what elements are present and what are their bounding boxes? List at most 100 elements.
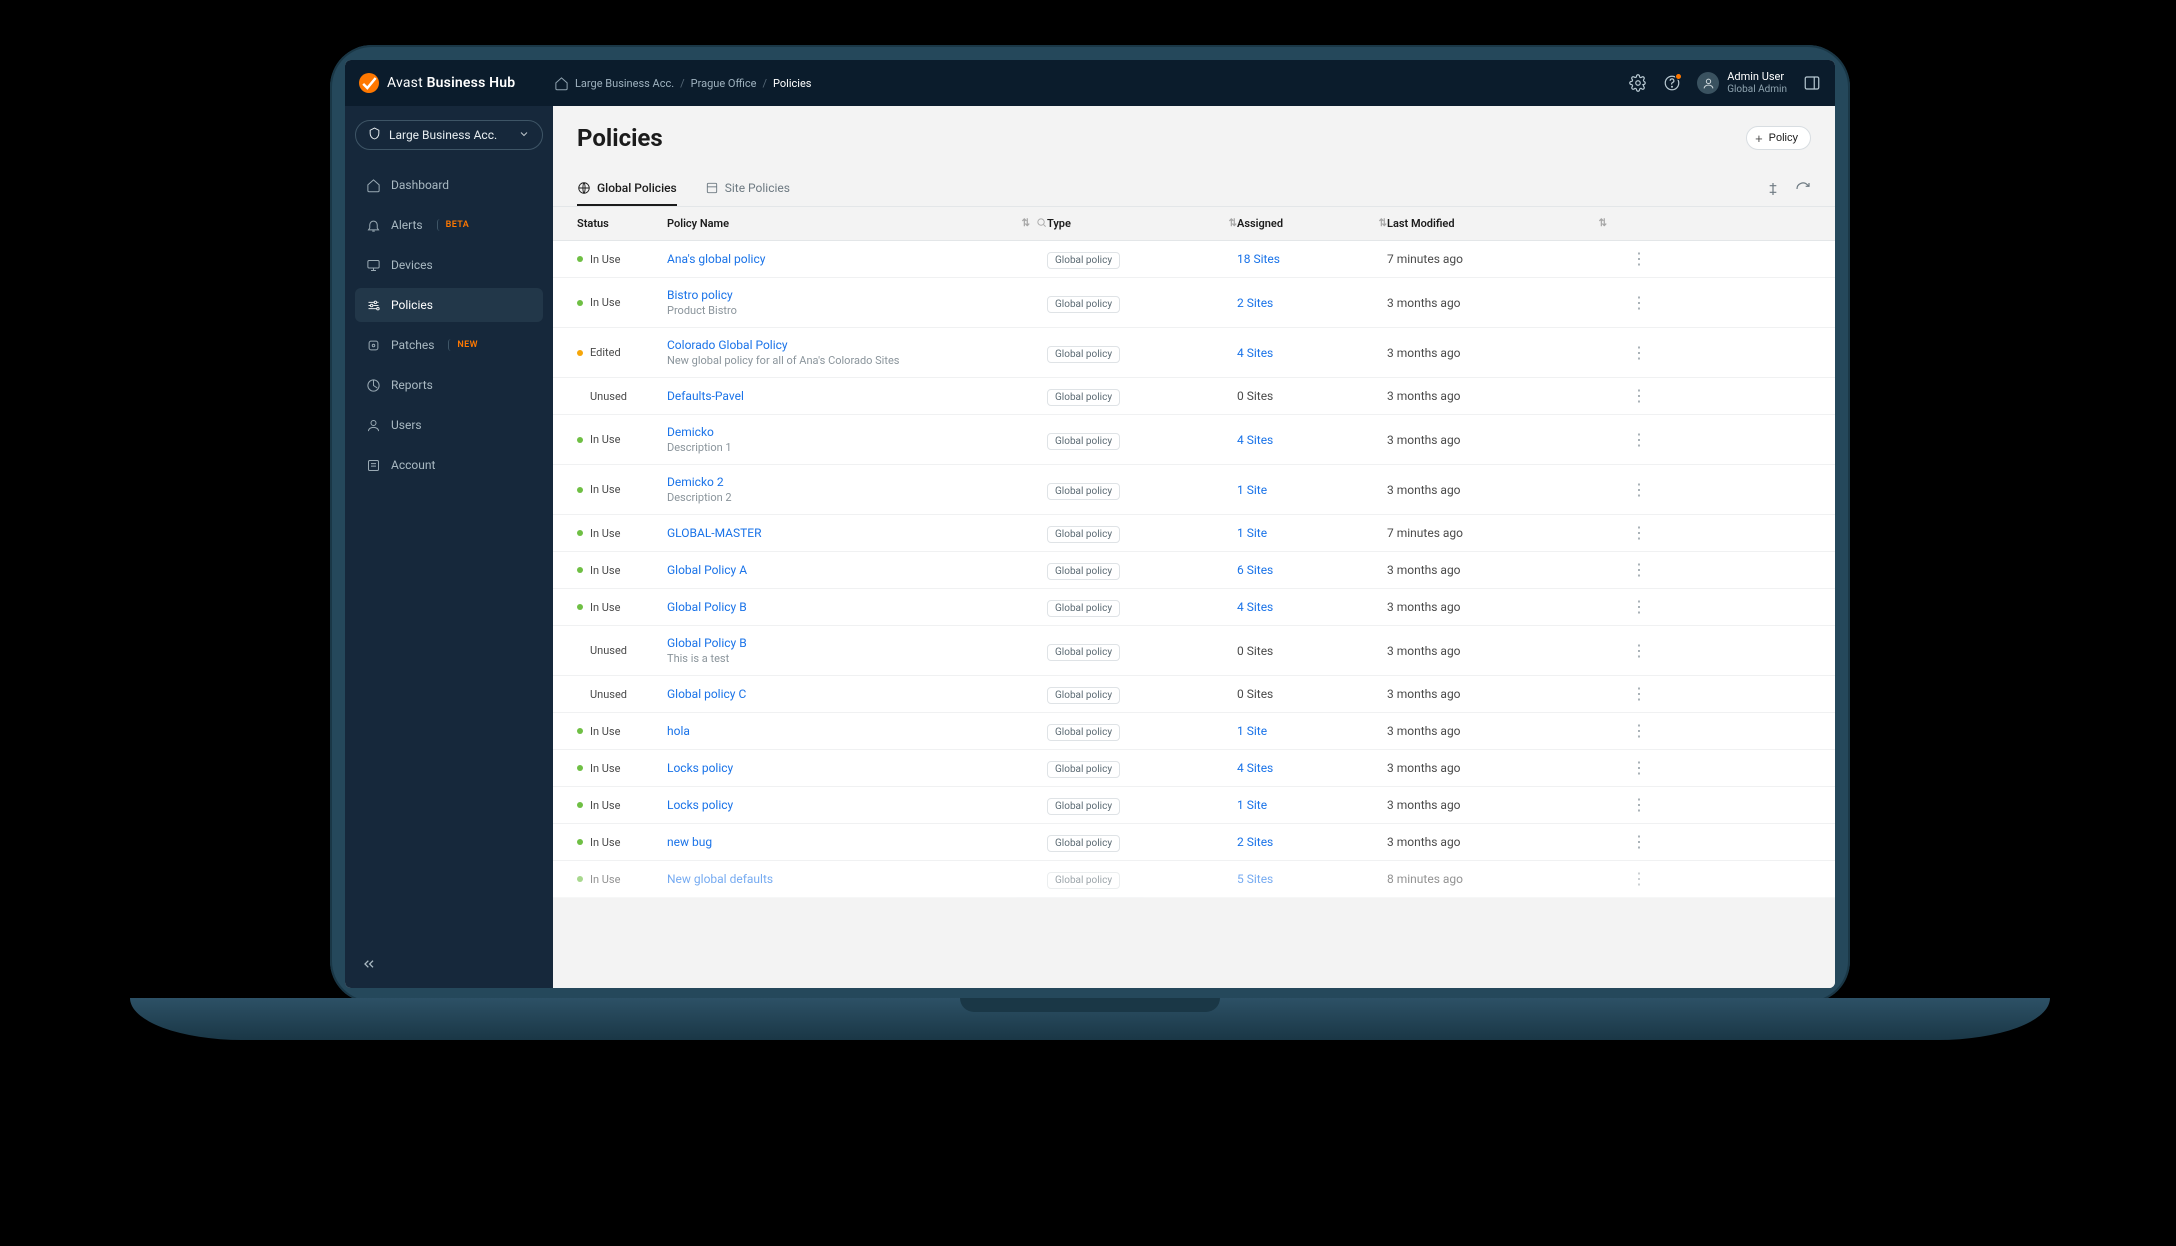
- assigned-link[interactable]: 1 Site: [1237, 724, 1267, 738]
- new-policy-button[interactable]: + Policy: [1746, 126, 1811, 150]
- cell-assigned: 2 Sites: [1237, 835, 1387, 849]
- table-row: In UseDemickoDescription 1Global policy4…: [553, 415, 1835, 465]
- cell-assigned: 1 Site: [1237, 526, 1387, 540]
- sidebar-item-alerts[interactable]: AlertsBETA: [355, 208, 543, 242]
- policy-desc: This is a test: [667, 652, 1047, 665]
- assigned-link[interactable]: 4 Sites: [1237, 761, 1273, 775]
- table-row: UnusedGlobal policy CGlobal policy0 Site…: [553, 676, 1835, 713]
- assigned-link[interactable]: 1 Site: [1237, 798, 1267, 812]
- row-menu-button[interactable]: ⋮: [1607, 345, 1647, 361]
- sort-icon[interactable]: ⇅: [1379, 218, 1387, 229]
- account-picker-label: Large Business Acc.: [389, 128, 497, 142]
- tab-global-policies[interactable]: Global Policies: [577, 172, 677, 206]
- cell-modified: 3 months ago: [1387, 687, 1607, 701]
- col-type[interactable]: Type ⇅: [1047, 217, 1237, 230]
- assigned-link[interactable]: 2 Sites: [1237, 835, 1273, 849]
- sidebar-item-users[interactable]: Users: [355, 408, 543, 442]
- refresh-icon[interactable]: [1795, 181, 1811, 197]
- row-menu-button[interactable]: ⋮: [1607, 686, 1647, 702]
- cell-name: Global policy C: [667, 687, 1047, 701]
- policy-link[interactable]: Bistro policy: [667, 288, 1047, 302]
- assigned-link[interactable]: 1 Site: [1237, 526, 1267, 540]
- cell-type: Global policy: [1047, 724, 1237, 738]
- status-dot-icon: [577, 256, 583, 262]
- row-menu-button[interactable]: ⋮: [1607, 432, 1647, 448]
- home-icon: [365, 177, 381, 193]
- policy-link[interactable]: Global Policy B: [667, 636, 1047, 650]
- assigned-link[interactable]: 4 Sites: [1237, 346, 1273, 360]
- sidebar-item-account[interactable]: Account: [355, 448, 543, 482]
- sidebar-item-devices[interactable]: Devices: [355, 248, 543, 282]
- row-menu-button[interactable]: ⋮: [1607, 760, 1647, 776]
- row-menu-button[interactable]: ⋮: [1607, 525, 1647, 541]
- cell-modified: 7 minutes ago: [1387, 526, 1607, 540]
- policy-desc: New global policy for all of Ana's Color…: [667, 354, 1047, 367]
- panel-toggle-icon[interactable]: [1803, 74, 1821, 92]
- assigned-link[interactable]: 5 Sites: [1237, 872, 1273, 886]
- policy-link[interactable]: Locks policy: [667, 761, 1047, 775]
- row-menu-button[interactable]: ⋮: [1607, 251, 1647, 267]
- policy-link[interactable]: GLOBAL-MASTER: [667, 526, 1047, 540]
- policy-link[interactable]: Ana's global policy: [667, 252, 1047, 266]
- type-chip: Global policy: [1047, 389, 1120, 406]
- policy-link[interactable]: Demicko: [667, 425, 1047, 439]
- row-menu-button[interactable]: ⋮: [1607, 482, 1647, 498]
- row-menu-button[interactable]: ⋮: [1607, 599, 1647, 615]
- col-status[interactable]: Status: [577, 217, 667, 230]
- row-menu-button[interactable]: ⋮: [1607, 295, 1647, 311]
- row-menu-button[interactable]: ⋮: [1607, 871, 1647, 887]
- policy-link[interactable]: new bug: [667, 835, 1047, 849]
- sidebar-item-reports[interactable]: Reports: [355, 368, 543, 402]
- help-icon[interactable]: [1663, 74, 1681, 92]
- cell-status: In Use: [577, 433, 667, 446]
- policy-link[interactable]: Defaults-Pavel: [667, 389, 1047, 403]
- type-chip: Global policy: [1047, 433, 1120, 450]
- breadcrumb-site[interactable]: Prague Office: [691, 77, 757, 90]
- account-picker[interactable]: Large Business Acc.: [355, 120, 543, 150]
- user-menu[interactable]: Admin User Global Admin: [1697, 71, 1787, 94]
- collapse-sidebar-button[interactable]: [357, 952, 381, 976]
- policy-link[interactable]: Locks policy: [667, 798, 1047, 812]
- sort-icon[interactable]: ⇅: [1599, 218, 1607, 229]
- content: Policies + Policy Global PoliciesSite Po…: [553, 106, 1835, 988]
- sidebar-item-policies[interactable]: Policies: [355, 288, 543, 322]
- policy-link[interactable]: Global Policy B: [667, 600, 1047, 614]
- assigned-link[interactable]: 18 Sites: [1237, 252, 1280, 266]
- assigned-link[interactable]: 4 Sites: [1237, 433, 1273, 447]
- row-menu-button[interactable]: ⋮: [1607, 723, 1647, 739]
- row-menu-button[interactable]: ⋮: [1607, 643, 1647, 659]
- sidebar-item-patches[interactable]: PatchesNEW: [355, 328, 543, 362]
- sort-icon[interactable]: ⇅: [1022, 218, 1030, 229]
- policy-link[interactable]: Demicko 2: [667, 475, 1047, 489]
- brand[interactable]: Avast Business Hub: [359, 73, 553, 93]
- col-name[interactable]: Policy Name ⇅: [667, 217, 1047, 231]
- column-settings-icon[interactable]: [1765, 181, 1781, 197]
- shield-icon: [368, 127, 381, 143]
- assigned-link[interactable]: 6 Sites: [1237, 563, 1273, 577]
- assigned-link[interactable]: 4 Sites: [1237, 600, 1273, 614]
- cell-status: In Use: [577, 762, 667, 775]
- sort-icon[interactable]: ⇅: [1229, 218, 1237, 229]
- policy-link[interactable]: Global policy C: [667, 687, 1047, 701]
- cell-type: Global policy: [1047, 835, 1237, 849]
- tab-site-policies[interactable]: Site Policies: [705, 172, 790, 206]
- account-icon: [365, 457, 381, 473]
- row-menu-button[interactable]: ⋮: [1607, 797, 1647, 813]
- row-menu-button[interactable]: ⋮: [1607, 388, 1647, 404]
- row-menu-button[interactable]: ⋮: [1607, 834, 1647, 850]
- policy-link[interactable]: New global defaults: [667, 872, 1047, 886]
- policy-link[interactable]: Colorado Global Policy: [667, 338, 1047, 352]
- search-icon[interactable]: [1036, 217, 1047, 231]
- policy-link[interactable]: hola: [667, 724, 1047, 738]
- breadcrumb-root[interactable]: Large Business Acc.: [575, 77, 674, 90]
- sidebar-item-dashboard[interactable]: Dashboard: [355, 168, 543, 202]
- col-assigned[interactable]: Assigned ⇅: [1237, 217, 1387, 230]
- settings-icon[interactable]: [1629, 74, 1647, 92]
- assigned-link[interactable]: 2 Sites: [1237, 296, 1273, 310]
- policy-link[interactable]: Global Policy A: [667, 563, 1047, 577]
- row-menu-button[interactable]: ⋮: [1607, 562, 1647, 578]
- cell-name: Global Policy B This is a test: [667, 636, 1047, 665]
- col-modified[interactable]: Last Modified ⇅: [1387, 217, 1607, 230]
- assigned-link[interactable]: 1 Site: [1237, 483, 1267, 497]
- cell-assigned: 1 Site: [1237, 483, 1387, 497]
